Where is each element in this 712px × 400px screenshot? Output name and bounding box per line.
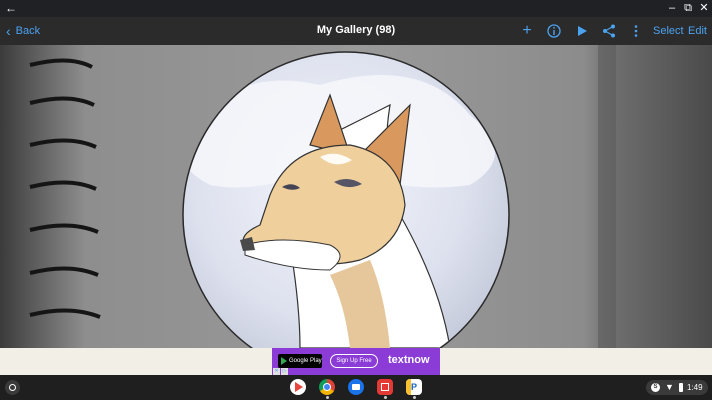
play-store-icon[interactable] (290, 379, 306, 395)
share-icon[interactable] (601, 23, 617, 39)
battery-icon (679, 383, 683, 392)
launcher-icon[interactable] (5, 380, 20, 395)
chrome-icon[interactable] (319, 379, 335, 395)
running-indicator (384, 396, 387, 399)
files-icon[interactable] (348, 379, 364, 395)
ip-app-icon[interactable]: P (406, 379, 422, 395)
system-shelf: P S ▼ 1:49 (0, 375, 712, 400)
more-icon[interactable] (628, 23, 644, 39)
info-icon[interactable] (546, 23, 562, 39)
window-back-icon[interactable]: ← (4, 1, 18, 15)
account-icon: S (651, 383, 660, 392)
status-tray[interactable]: S ▼ 1:49 (646, 380, 708, 395)
photo-viewer[interactable] (0, 45, 712, 348)
running-indicator (413, 396, 416, 399)
maximize-icon[interactable]: ⧉ (681, 1, 695, 15)
play-store-icon (281, 357, 287, 365)
google-play-badge[interactable]: Google Play (278, 354, 322, 368)
gallery-toolbar: ‹ Back My Gallery (98) + Select Edit (0, 17, 712, 45)
clock: 1:49 (687, 383, 703, 392)
window-titlebar: ← – ⧉ ✕ (0, 0, 712, 17)
ad-close-icon[interactable]: ✕ (273, 368, 280, 375)
minimize-icon[interactable]: – (665, 1, 679, 15)
gallery-icon[interactable] (377, 379, 393, 395)
select-button[interactable]: Select (653, 25, 684, 37)
edit-button[interactable]: Edit (688, 25, 707, 37)
ad-brand-logo: textnow (388, 354, 430, 366)
running-indicator (326, 396, 329, 399)
ad-info-icon[interactable]: ▷ (281, 368, 288, 375)
ad-banner[interactable]: Google Play Sign Up Free textnow ✕ ▷ (272, 348, 440, 375)
ad-strip: Google Play Sign Up Free textnow ✕ ▷ (0, 348, 712, 375)
play-icon[interactable] (574, 23, 590, 39)
gallery-photo (0, 45, 712, 348)
add-icon[interactable]: + (519, 23, 535, 39)
sign-up-button[interactable]: Sign Up Free (330, 354, 378, 368)
wifi-icon: ▼ (665, 382, 674, 392)
close-icon[interactable]: ✕ (697, 1, 711, 15)
